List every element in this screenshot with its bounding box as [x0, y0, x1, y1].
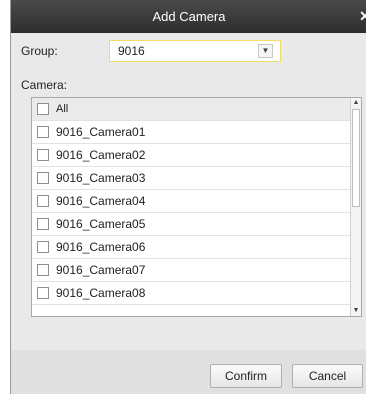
list-item[interactable]: 9016_Camera05	[32, 213, 352, 236]
list-item[interactable]: 9016_Camera06	[32, 236, 352, 259]
vertical-scrollbar[interactable]: ▲ ▼	[350, 98, 361, 316]
list-item[interactable]: 9016_Camera01	[32, 121, 352, 144]
dialog-footer: Confirm Cancel	[11, 350, 366, 394]
checkbox-unchecked-icon[interactable]	[37, 264, 49, 276]
checkbox-unchecked-icon[interactable]	[37, 195, 49, 207]
camera-name: 9016_Camera01	[56, 125, 146, 139]
camera-name: 9016_Camera08	[56, 286, 146, 300]
group-label: Group:	[21, 44, 58, 58]
checkbox-unchecked-icon[interactable]	[37, 287, 49, 299]
camera-name: 9016_Camera03	[56, 171, 146, 185]
camera-name: 9016_Camera05	[56, 217, 146, 231]
camera-name: 9016_Camera06	[56, 240, 146, 254]
camera-name: 9016_Camera07	[56, 263, 146, 277]
checkbox-unchecked-icon[interactable]	[37, 103, 49, 115]
close-icon[interactable]: ✕	[357, 8, 366, 25]
list-item[interactable]: 9016_Camera07	[32, 259, 352, 282]
checkbox-unchecked-icon[interactable]	[37, 241, 49, 253]
dialog-titlebar: Add Camera ✕	[11, 0, 366, 33]
add-camera-dialog: Add Camera ✕ Group: 9016 ▼ Camera: All 9…	[10, 0, 366, 394]
confirm-button[interactable]: Confirm	[210, 364, 282, 388]
select-all-label: All	[56, 103, 69, 115]
list-item[interactable]: 9016_Camera03	[32, 167, 352, 190]
dialog-title: Add Camera	[152, 9, 226, 24]
chevron-down-icon[interactable]: ▼	[258, 44, 273, 58]
checkbox-unchecked-icon[interactable]	[37, 172, 49, 184]
camera-name: 9016_Camera04	[56, 194, 146, 208]
group-select-value: 9016	[118, 44, 145, 58]
cancel-button[interactable]: Cancel	[292, 364, 363, 388]
list-item[interactable]: 9016_Camera08	[32, 282, 352, 305]
triangle-up-icon[interactable]: ▲	[351, 98, 361, 108]
list-item[interactable]: 9016_Camera04	[32, 190, 352, 213]
group-select[interactable]: 9016 ▼	[109, 40, 281, 62]
checkbox-unchecked-icon[interactable]	[37, 126, 49, 138]
scrollbar-thumb[interactable]	[352, 109, 360, 207]
camera-list: All 9016_Camera01 9016_Camera02 9016_Cam…	[31, 97, 362, 317]
select-all-row[interactable]: All	[32, 98, 352, 121]
list-item[interactable]: 9016_Camera02	[32, 144, 352, 167]
triangle-down-icon[interactable]: ▼	[351, 306, 361, 316]
camera-name: 9016_Camera02	[56, 148, 146, 162]
checkbox-unchecked-icon[interactable]	[37, 149, 49, 161]
checkbox-unchecked-icon[interactable]	[37, 218, 49, 230]
camera-label: Camera:	[21, 78, 68, 92]
